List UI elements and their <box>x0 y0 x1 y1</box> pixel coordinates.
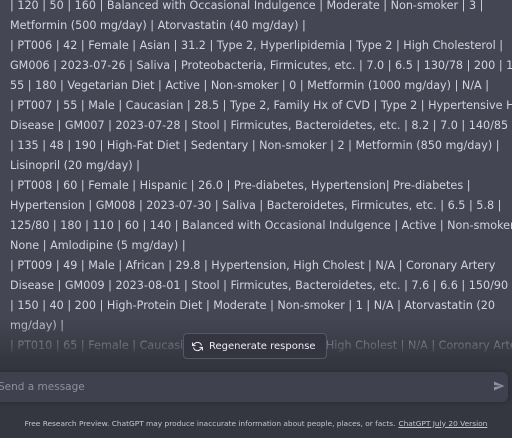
send-button[interactable] <box>492 379 506 393</box>
message-line: | 150 | 40 | 200 | High-Protein Diet | M… <box>10 299 495 312</box>
message-line: 55 | 180 | Vegetarian Diet | Active | No… <box>10 79 490 92</box>
message-line: Disease | GM007 | 2023-07-28 | Stool | F… <box>10 119 512 132</box>
paper-plane-icon <box>493 377 505 396</box>
message-line: Hypertension | GM008 | 2023-07-30 | Sali… <box>10 199 502 212</box>
regenerate-label: Regenerate response <box>209 340 316 352</box>
message-line: | PT009 | 49 | Male | African | 29.8 | H… <box>10 259 496 272</box>
message-line: Lisinopril (20 mg/day) | <box>10 159 140 172</box>
message-line: None | Amlodipine (5 mg/day) | <box>10 239 186 252</box>
message-line: Metformin (500 mg/day) | Atorvastatin (4… <box>10 19 306 32</box>
assistant-message: | 120 | 50 | 160 | Balanced with Occasio… <box>10 0 512 366</box>
message-line: | 135 | 48 | 190 | High-Fat Diet | Seden… <box>10 139 500 152</box>
regenerate-button[interactable]: Regenerate response <box>183 333 327 359</box>
footer: Free Research Preview. ChatGPT may produ… <box>0 408 512 438</box>
message-line: | PT007 | 55 | Male | Caucasian | 28.5 |… <box>10 99 512 112</box>
message-line: 125/80 | 180 | 110 | 60 | 140 | Balanced… <box>10 219 512 232</box>
version-link[interactable]: ChatGPT July 20 Version <box>398 419 487 428</box>
message-line: Disease | GM009 | 2023-08-01 | Stool | F… <box>10 279 512 292</box>
refresh-icon <box>192 341 203 352</box>
chat-area: | 120 | 50 | 160 | Balanced with Occasio… <box>0 0 512 366</box>
message-input[interactable] <box>0 372 508 402</box>
message-line: GM006 | 2023-07-26 | Saliva | Proteobact… <box>10 59 512 72</box>
message-line: | 120 | 50 | 160 | Balanced with Occasio… <box>10 0 484 12</box>
message-line: | PT006 | 42 | Female | Asian | 31.2 | T… <box>10 39 504 52</box>
message-line: | PT008 | 60 | Female | Hispanic | 26.0 … <box>10 179 471 192</box>
footer-disclaimer: Free Research Preview. ChatGPT may produ… <box>24 418 396 428</box>
composer <box>0 366 512 408</box>
